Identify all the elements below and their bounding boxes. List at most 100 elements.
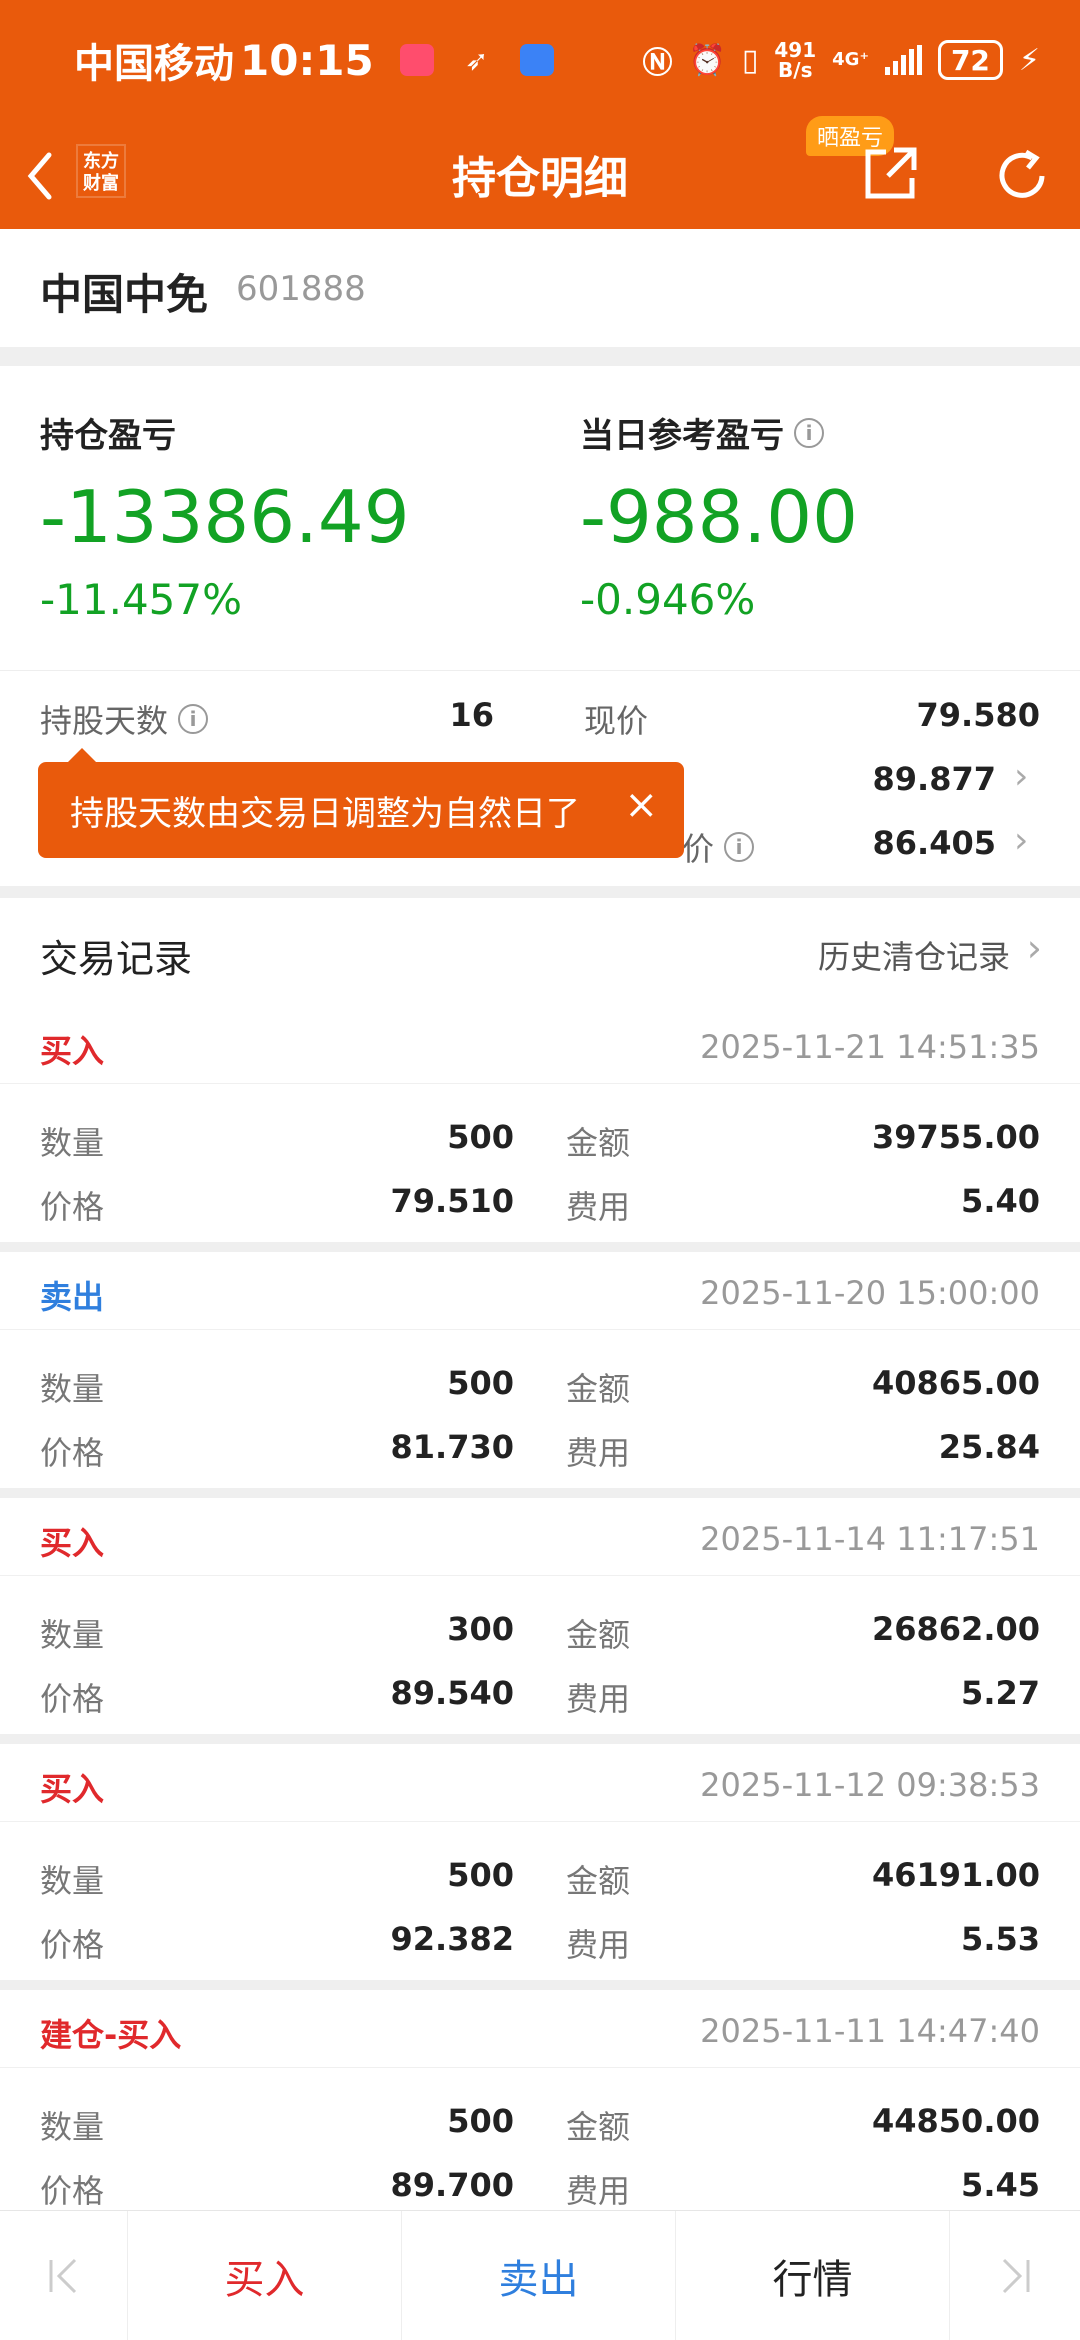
signal-icon (884, 45, 922, 75)
sell-button[interactable]: 卖出 (402, 2211, 676, 2340)
network-type: 4G⁺ (832, 49, 869, 70)
stock-name: 中国中免 (40, 270, 209, 319)
qty-label: 数量 (40, 1862, 105, 1900)
battery-level: 72 (950, 43, 990, 77)
amount-value: 40865.00 (871, 1364, 1040, 1402)
holding-days-label: 持股天数 i (40, 696, 209, 742)
fee-label: 费用 (566, 1680, 631, 1718)
battery-icon: 72 (937, 40, 1003, 80)
network-speed: 491 B/s (774, 40, 816, 80)
netspeed-value: 491 (774, 38, 817, 62)
trade-time: 2025-11-11 14:47:40 (700, 2012, 1040, 2050)
fee-label: 费用 (566, 1926, 631, 1964)
holding-days-tooltip: 持股天数由交易日调整为自然日了 × (38, 748, 684, 858)
stock-header: 中国中免 601888 (0, 229, 1080, 347)
qty-label: 数量 (40, 2108, 105, 2146)
share-button[interactable] (862, 144, 920, 202)
trade-record-header: 卖出 2025-11-20 15:00:00 (0, 1252, 1080, 1330)
chevron-right-icon[interactable]: › (1014, 756, 1028, 797)
amount-value: 26862.00 (871, 1610, 1040, 1648)
price-label: 价格 (40, 1188, 105, 1226)
history-clear-link[interactable]: 历史清仓记录 (818, 932, 1010, 978)
price-value: 89.540 (390, 1674, 514, 1712)
qty-label: 数量 (40, 1370, 105, 1408)
daily-pl-header: 当日参考盈亏 i (580, 408, 858, 457)
last-page-button[interactable] (950, 2211, 1080, 2340)
app-notification-icon: ➶ (464, 44, 489, 77)
trade-record[interactable]: 买入 2025-11-14 11:17:51 数量 300 金额 26862.00 价格 89… (0, 1498, 1080, 1734)
daily-pl-block: 当日参考盈亏 i -988.00 -0.946% (580, 408, 858, 624)
fee-value: 25.84 (938, 1428, 1040, 1466)
buy-button[interactable]: 买入 (128, 2211, 402, 2340)
qty-label: 数量 (40, 1616, 105, 1654)
holding-days-value: 16 (449, 696, 494, 734)
fee-value: 5.27 (961, 1674, 1040, 1712)
skip-first-icon (49, 2258, 76, 2294)
netspeed-unit: B/s (778, 58, 813, 82)
trade-record[interactable]: 建仓-买入 2025-11-11 14:47:40 数量 500 金额 44850.00 价… (0, 1990, 1080, 2226)
qty-value: 500 (447, 1856, 514, 1894)
trade-record[interactable]: 买入 2025-11-12 09:38:53 数量 500 金额 46191.00 价格 92… (0, 1744, 1080, 1980)
price-value: 79.510 (390, 1182, 514, 1220)
fee-value: 5.45 (961, 2166, 1040, 2204)
trade-records-header: 交易记录 历史清仓记录 › (0, 898, 1080, 1006)
trade-record-header: 买入 2025-11-21 14:51:35 (0, 1006, 1080, 1084)
close-icon[interactable]: × (624, 782, 658, 828)
position-pl-percent: -11.457% (40, 575, 243, 624)
price-label: 价格 (40, 1434, 105, 1472)
info-icon[interactable]: i (178, 704, 209, 734)
skip-last-icon (1002, 2258, 1030, 2294)
first-page-button[interactable] (0, 2211, 128, 2340)
trade-time: 2025-11-21 14:51:35 (700, 1028, 1040, 1066)
info-icon[interactable]: i (794, 417, 824, 448)
trade-type: 卖出 (40, 1278, 105, 1316)
charging-icon: ⚡ (1018, 42, 1040, 78)
amount-value: 39755.00 (871, 1118, 1040, 1156)
nfc-icon: Ⓝ (642, 46, 673, 81)
fee-value: 5.53 (961, 1920, 1040, 1958)
trade-type: 买入 (40, 1032, 105, 1070)
trade-record[interactable]: 卖出 2025-11-20 15:00:00 数量 500 金额 40865.00 价格 81… (0, 1252, 1080, 1488)
fee-label: 费用 (566, 1434, 631, 1472)
tooltip-text: 持股天数由交易日调整为自然日了 (70, 793, 580, 834)
amount-label: 金额 (566, 1124, 631, 1162)
trade-record-header: 买入 2025-11-14 11:17:51 (0, 1498, 1080, 1576)
qty-value: 300 (447, 1610, 514, 1648)
price-value: 81.730 (390, 1428, 514, 1466)
amount-label: 金额 (566, 1862, 631, 1900)
current-price-value: 79.580 (916, 696, 1040, 734)
share-icon (865, 147, 917, 199)
trade-time: 2025-11-20 15:00:00 (700, 1274, 1040, 1312)
trade-record-header: 买入 2025-11-12 09:38:53 (0, 1744, 1080, 1822)
trade-record[interactable]: 买入 2025-11-21 14:51:35 数量 500 金额 39755.00 价格 79… (0, 1006, 1080, 1242)
trade-records-title: 交易记录 (40, 937, 193, 981)
cost-price-value: 89.877 (872, 760, 996, 798)
price-label: 价格 (40, 1926, 105, 1964)
breakeven-label-tail: 价 (682, 830, 715, 868)
status-time: 10:15 (240, 35, 374, 85)
daily-pl-percent: -0.946% (580, 575, 756, 624)
fee-label: 费用 (566, 1188, 631, 1226)
chevron-right-icon[interactable]: › (1014, 820, 1028, 861)
refresh-button[interactable] (992, 146, 1052, 206)
info-icon[interactable]: i (724, 832, 755, 862)
alarm-icon: ⏰ (688, 42, 726, 78)
amount-value: 44850.00 (871, 2102, 1040, 2140)
market-button[interactable]: 行情 (676, 2211, 950, 2340)
navigation-bar: 东方 财富 持仓明细 晒盈亏 (0, 116, 1080, 218)
vibrate-icon: ▯ (741, 42, 759, 78)
holding-days-text: 持股天数 (40, 702, 169, 740)
trade-record-header: 建仓-买入 2025-11-11 14:47:40 (0, 1990, 1080, 2068)
status-bar: 中国移动 10:15 ➶ Ⓝ ⏰ ▯ 491 B/s 4G⁺ 72 ⚡ (74, 34, 1040, 88)
position-pl-label: 持仓盈亏 (40, 416, 176, 456)
price-label: 价格 (40, 1680, 105, 1718)
carrier-name: 中国移动 (74, 41, 234, 87)
stock-code: 601888 (236, 269, 366, 309)
price-label: 价格 (40, 2172, 105, 2210)
amount-label: 金额 (566, 1616, 631, 1654)
amount-label: 金额 (566, 1370, 631, 1408)
chevron-right-icon[interactable]: › (1027, 926, 1042, 970)
wifi-app-icon (519, 44, 554, 76)
trade-type: 买入 (40, 1770, 105, 1808)
breakeven-price-label: 价 i (682, 824, 755, 870)
